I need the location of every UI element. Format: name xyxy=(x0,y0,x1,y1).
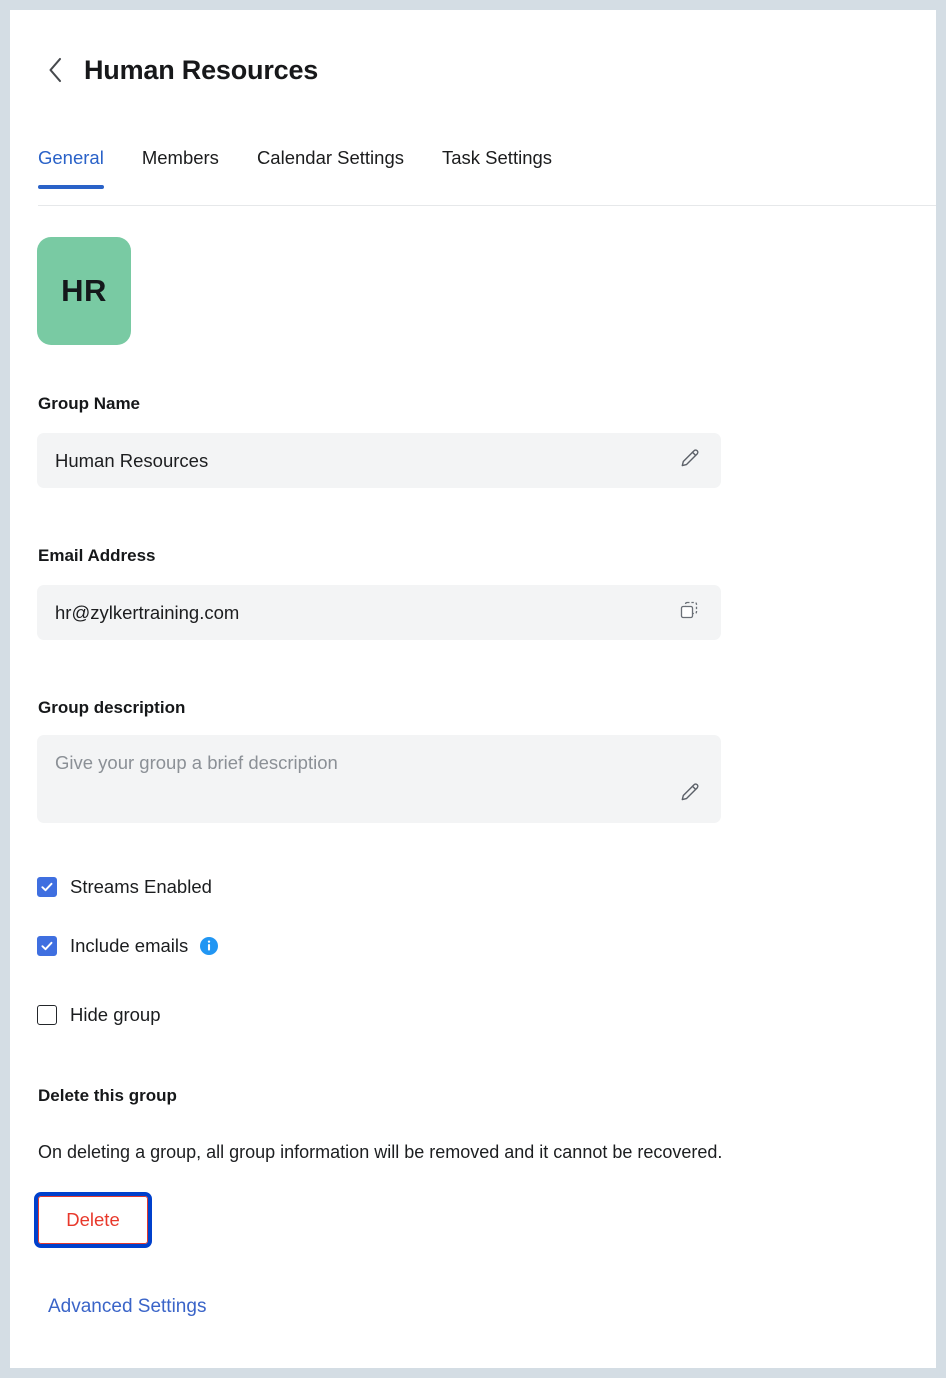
tab-task-settings[interactable]: Task Settings xyxy=(442,143,552,189)
tab-bar: General Members Calendar Settings Task S… xyxy=(10,143,936,205)
pencil-icon xyxy=(678,781,700,808)
checkbox-label: Hide group xyxy=(70,1004,161,1025)
tab-bar-divider xyxy=(38,205,936,206)
group-name-edit-button[interactable] xyxy=(675,447,703,475)
checkbox-box[interactable] xyxy=(37,936,57,956)
delete-section-heading: Delete this group xyxy=(38,1086,177,1105)
check-icon xyxy=(40,939,54,953)
group-description-edit-button[interactable] xyxy=(675,780,703,808)
group-description-placeholder: Give your group a brief description xyxy=(55,752,338,773)
chevron-left-icon xyxy=(46,56,64,84)
email-address-value: hr@zylkertraining.com xyxy=(55,601,240,623)
page-title: Human Resources xyxy=(84,54,319,85)
delete-button[interactable]: Delete xyxy=(34,1192,152,1248)
page-header: Human Resources xyxy=(10,10,936,130)
group-name-field[interactable]: Human Resources xyxy=(37,433,721,488)
tab-members[interactable]: Members xyxy=(142,143,219,189)
copy-icon xyxy=(678,599,700,626)
group-description-label: Group description xyxy=(38,698,186,717)
group-name-value: Human Resources xyxy=(55,449,209,471)
tab-general[interactable]: General xyxy=(38,143,104,189)
group-name-label: Group Name xyxy=(38,394,141,413)
checkbox-streams-enabled[interactable]: Streams Enabled xyxy=(37,876,212,898)
check-icon xyxy=(40,880,54,894)
checkbox-hide-group[interactable]: Hide group xyxy=(37,1004,161,1026)
tab-calendar-settings[interactable]: Calendar Settings xyxy=(257,143,404,189)
checkbox-label: Include emails xyxy=(70,935,189,956)
checkbox-box[interactable] xyxy=(37,1005,57,1025)
group-avatar[interactable]: HR xyxy=(37,237,131,345)
advanced-settings-link[interactable]: Advanced Settings xyxy=(48,1296,206,1318)
delete-section-description: On deleting a group, all group informati… xyxy=(38,1142,723,1162)
email-address-label: Email Address xyxy=(38,546,156,565)
info-icon[interactable] xyxy=(200,937,219,955)
back-button[interactable] xyxy=(38,53,72,87)
checkbox-box[interactable] xyxy=(37,877,57,897)
checkbox-include-emails[interactable]: Include emails xyxy=(37,935,219,957)
pencil-icon xyxy=(678,447,700,474)
group-description-field[interactable]: Give your group a brief description xyxy=(37,735,721,823)
email-address-field[interactable]: hr@zylkertraining.com xyxy=(37,585,721,640)
checkbox-label: Streams Enabled xyxy=(70,876,212,897)
settings-card: Human Resources General Members Calendar… xyxy=(10,10,936,1368)
email-copy-button[interactable] xyxy=(675,599,703,627)
